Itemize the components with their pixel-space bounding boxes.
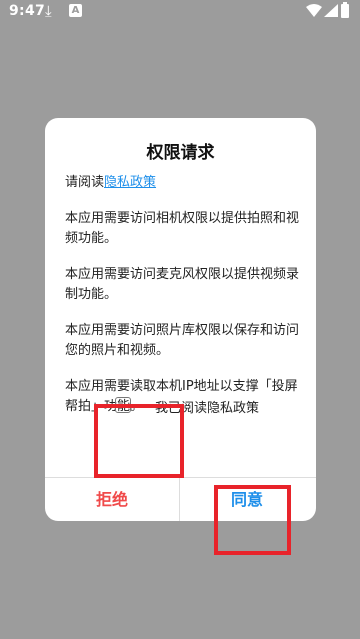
intro-line: 请阅读隐私政策 (65, 173, 300, 193)
intro-prefix: 请阅读 (65, 175, 105, 190)
photo-library-permission-text: 本应用需要访问照片库权限以保存和访问您的照片和视频。 (65, 323, 300, 358)
status-bar: 9:47 ⤓ A (0, 0, 360, 24)
status-time: 9:47 (9, 3, 46, 19)
reject-button[interactable]: 拒绝 (45, 478, 179, 521)
notification-icon: A (69, 4, 82, 17)
privacy-policy-link[interactable]: 隐私政策 (104, 175, 156, 190)
annotation-box-agree (214, 485, 291, 555)
signal-icon (324, 4, 338, 17)
battery-icon (341, 2, 349, 18)
dialog-title: 权限请求 (146, 143, 215, 163)
camera-permission-text: 本应用需要访问相机权限以提供拍照和视频功能。 (65, 211, 300, 246)
annotation-box-checkbox (94, 404, 184, 478)
dialog-body: 请阅读隐私政策 本应用需要访问相机权限以提供拍照和视频功能。 本应用需要访问麦克… (65, 173, 300, 417)
wifi-icon (306, 4, 322, 17)
microphone-permission-text: 本应用需要访问麦克风权限以提供视频录制功能。 (65, 267, 300, 302)
download-icon: ⤓ (45, 2, 52, 20)
